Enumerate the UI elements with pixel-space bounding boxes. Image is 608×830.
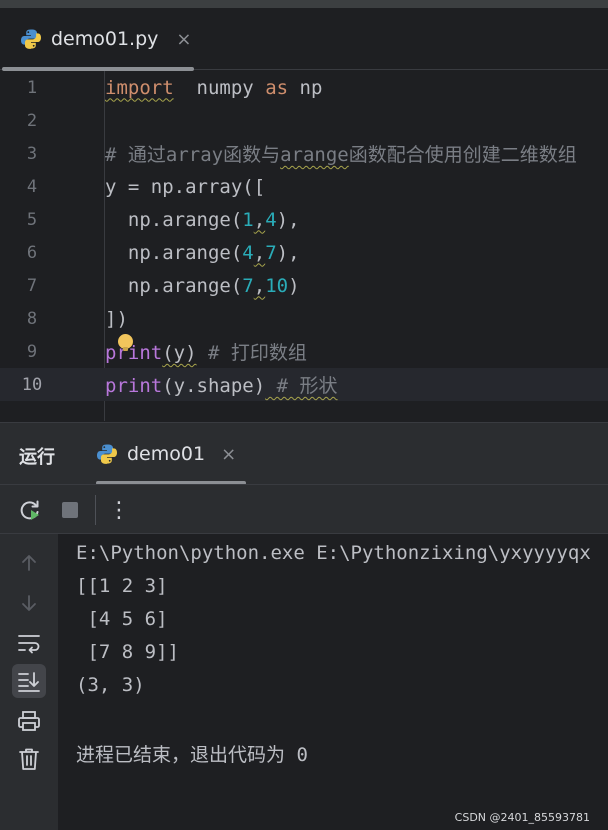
scroll-up-button[interactable] <box>12 546 46 580</box>
console-line: E:\Python\python.exe E:\Pythonzixing\yxy… <box>76 542 591 564</box>
close-icon[interactable]: × <box>176 29 191 50</box>
code-line[interactable]: 6 np.arange(4,7), <box>0 236 608 269</box>
code-text: np.arange(4,7), <box>105 241 300 264</box>
arrow-down-icon <box>22 595 36 611</box>
code-line-current[interactable]: 10 print(y.shape) # 形状 <box>0 368 608 401</box>
code-line[interactable]: 3 # 通过array函数与arange函数配合使用创建二维数组 <box>0 137 608 170</box>
run-panel-title: 运行 <box>19 447 55 468</box>
watermark: CSDN @2401_85593781 <box>454 811 590 824</box>
editor-tab-demo01[interactable]: demo01.py × <box>0 8 196 71</box>
run-panel-header: 运行 demo01 × <box>0 422 608 485</box>
code-text: print(y) # 打印数组 <box>105 342 307 364</box>
console-line: [7 8 9]] <box>76 641 179 663</box>
python-icon <box>21 29 41 49</box>
scroll-to-end-button[interactable] <box>12 664 46 698</box>
line-number: 8 <box>26 308 38 329</box>
code-line[interactable]: 2 <box>0 104 608 137</box>
code-text: y = np.array([ <box>105 175 266 198</box>
code-line[interactable]: 8 ]) <box>0 302 608 335</box>
stop-button[interactable] <box>57 497 83 523</box>
line-number: 5 <box>26 209 38 230</box>
code-text: import numpy as np <box>105 76 323 99</box>
rerun-button[interactable] <box>17 497 43 523</box>
line-number: 3 <box>26 143 38 164</box>
soft-wrap-icon <box>18 635 40 654</box>
python-icon <box>97 444 117 464</box>
run-toolbar: ⋮ <box>0 484 608 534</box>
code-text: print(y.shape) # 形状 <box>105 375 338 397</box>
code-comment: # 通过array函数与arange函数配合使用创建二维数组 <box>105 144 577 166</box>
line-number: 9 <box>26 341 38 362</box>
scroll-to-end-icon <box>18 672 40 692</box>
editor-tab-bar: demo01.py × <box>0 8 608 71</box>
code-line[interactable]: 7 np.arange(7,10) <box>0 269 608 302</box>
soft-wrap-button[interactable] <box>12 626 46 660</box>
line-number: 10 <box>21 374 43 395</box>
code-line[interactable]: 1 import numpy as np <box>0 71 608 104</box>
code-editor[interactable]: 1 import numpy as np 2 3 # 通过array函数与ara… <box>0 71 608 421</box>
line-number: 6 <box>26 242 38 263</box>
line-number: 4 <box>26 176 38 197</box>
trash-icon <box>19 748 39 770</box>
console-line: [4 5 6] <box>76 608 168 630</box>
line-number: 7 <box>26 275 38 296</box>
run-tab-demo01[interactable]: demo01 × <box>96 423 246 485</box>
stop-icon <box>62 502 78 518</box>
code-line[interactable]: 5 np.arange(1,4), <box>0 203 608 236</box>
editor-tab-label: demo01.py <box>51 28 159 50</box>
clear-all-button[interactable] <box>12 742 46 776</box>
code-line[interactable]: 9 print(y) # 打印数组 <box>0 335 608 368</box>
toolbar-separator <box>95 495 96 525</box>
code-text: np.arange(1,4), <box>105 208 300 231</box>
rerun-icon <box>20 500 39 520</box>
console-line: [[1 2 3] <box>76 575 168 597</box>
console-output[interactable]: E:\Python\python.exe E:\Pythonzixing\yxy… <box>58 534 608 830</box>
line-number: 2 <box>26 110 38 131</box>
code-text: ]) <box>105 307 128 330</box>
line-number: 1 <box>26 77 38 98</box>
console-exit-line: 进程已结束，退出代码为 0 <box>76 744 308 766</box>
close-icon[interactable]: × <box>221 444 236 465</box>
console-line: (3, 3) <box>76 674 145 696</box>
scroll-down-button[interactable] <box>12 586 46 620</box>
more-options-button[interactable]: ⋮ <box>106 497 132 523</box>
print-button[interactable] <box>12 704 46 738</box>
arrow-up-icon <box>22 555 36 571</box>
lightbulb-icon[interactable] <box>118 334 133 351</box>
print-icon <box>18 711 40 731</box>
run-tab-label: demo01 <box>127 443 206 465</box>
code-text: np.arange(7,10) <box>105 274 300 297</box>
window-top-strip <box>0 0 608 8</box>
code-line[interactable]: 4 y = np.array([ <box>0 170 608 203</box>
run-side-toolbar <box>0 534 58 830</box>
